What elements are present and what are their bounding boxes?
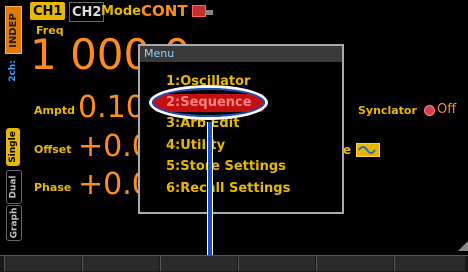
synclator-label: Synclator <box>358 104 417 117</box>
annotation-ellipse-inner <box>152 88 265 117</box>
amptd-value[interactable]: 0.10 <box>78 92 145 124</box>
softkey-bar <box>0 255 468 272</box>
ch2-button[interactable]: CH2 <box>69 2 105 22</box>
tab-single[interactable]: Single <box>6 128 20 166</box>
waveform-icon[interactable] <box>356 143 380 157</box>
offset-label: Offset <box>34 143 72 156</box>
menu-title: Menu <box>140 46 342 62</box>
menu-item-store-settings[interactable]: 5:Store Settings <box>166 159 286 174</box>
tab-dual[interactable]: Dual <box>6 170 22 204</box>
waveform-label-stub: e <box>343 143 352 157</box>
ch2-label-text: 2ch: <box>8 60 19 82</box>
annotation-pointer-line <box>207 122 213 266</box>
tab-dual-label: Dual <box>9 175 20 199</box>
menu-item-utility[interactable]: 4:Utility <box>166 138 225 153</box>
mode-icon <box>192 5 206 17</box>
softkey-4[interactable] <box>238 256 315 271</box>
synclator-value[interactable]: Off <box>437 102 456 117</box>
amptd-label: Amptd <box>34 104 75 117</box>
mode-value[interactable]: CONT <box>141 2 188 20</box>
indep-badge: INDEP <box>5 6 22 54</box>
ch2-label: 2ch: <box>6 54 20 88</box>
tab-graph-label: Graph <box>9 207 19 239</box>
indep-text: INDEP <box>8 12 19 48</box>
tab-single-label: Single <box>8 131 19 163</box>
ch1-button[interactable]: CH1 <box>30 2 66 20</box>
softkey-1[interactable] <box>4 256 81 271</box>
phase-label: Phase <box>34 181 72 194</box>
menu-popup: Menu 1:Oscillator 2:Sequence 3:Arb Edit … <box>138 44 344 214</box>
mode-sub-icon <box>205 10 213 15</box>
tab-graph[interactable]: Graph <box>6 205 22 241</box>
softkey-2[interactable] <box>82 256 159 271</box>
softkey-5[interactable] <box>316 256 393 271</box>
menu-item-recall-settings[interactable]: 6:Recall Settings <box>166 181 290 196</box>
softkey-3[interactable] <box>160 256 237 271</box>
resize-corner-icon <box>458 241 468 251</box>
synclator-indicator-icon <box>424 105 435 116</box>
softkey-6[interactable] <box>394 256 465 271</box>
mode-label: Mode <box>101 3 141 19</box>
